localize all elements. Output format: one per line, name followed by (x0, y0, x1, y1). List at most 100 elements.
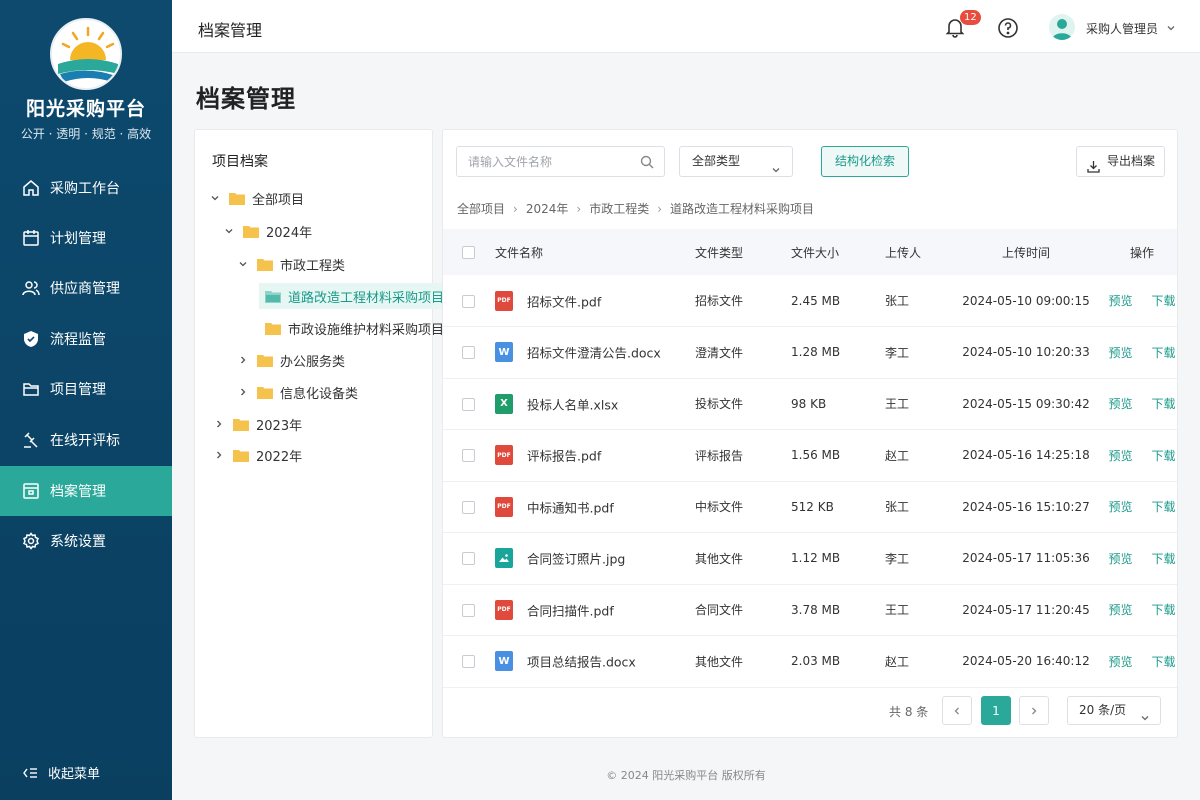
tree-title: 项目档案 (212, 154, 268, 170)
preview-link[interactable]: 预览 (1108, 603, 1132, 617)
table-row[interactable]: PDF 中标通知书.pdf 中标文件 512 KB 张工 2024-05-16 15:10… (443, 481, 1177, 533)
sidebar-item-projects[interactable]: 项目管理 (0, 364, 172, 414)
tree-node-all-projects[interactable]: 全部项目 (209, 185, 304, 211)
breadcrumb-item[interactable]: 全部项目 (457, 200, 505, 217)
pdf-icon: PDF (495, 496, 513, 517)
tree-node-label: 信息化设备类 (280, 386, 359, 402)
search-input[interactable] (457, 147, 627, 176)
preview-link[interactable]: 预览 (1108, 500, 1132, 514)
file-name[interactable]: 项目总结报告.docx (527, 655, 636, 670)
row-checkbox[interactable] (462, 655, 475, 669)
download-link[interactable]: 下载 (1152, 500, 1176, 514)
preview-link[interactable]: 预览 (1108, 449, 1132, 463)
col-header-name[interactable]: 文件名称 (495, 229, 695, 275)
sidebar-item-label: 系统设置 (50, 534, 106, 550)
preview-link[interactable]: 预览 (1108, 397, 1132, 411)
file-name[interactable]: 投标人名单.xlsx (527, 397, 618, 412)
file-size-cell: 3.78 MB (791, 584, 885, 636)
file-size-cell: 512 KB (791, 481, 885, 533)
sidebar-item-plan[interactable]: 计划管理 (0, 213, 172, 263)
tree-node-2024[interactable]: 2024年 (223, 218, 312, 244)
help-icon[interactable] (997, 17, 1019, 39)
table-row[interactable]: W 项目总结报告.docx 其他文件 2.03 MB 赵工 2024-05-20 16:4… (443, 635, 1177, 688)
col-header-time[interactable]: 上传时间 (945, 229, 1107, 275)
table-row[interactable]: PDF 评标报告.pdf 评标报告 1.56 MB 赵工 2024-05-16 14:25… (443, 429, 1177, 482)
chevron-down-icon[interactable] (209, 192, 221, 204)
chevron-right-icon[interactable] (213, 418, 225, 430)
prev-page-button[interactable] (942, 696, 972, 725)
breadcrumb-item[interactable]: 2024年 (526, 200, 569, 217)
tree-node-2023[interactable]: 2023年 (213, 411, 302, 437)
table-row[interactable]: PDF 招标文件.pdf 招标文件 2.45 MB 张工 2024-05-10 09:00… (443, 275, 1177, 327)
sidebar-item-workbench[interactable]: 采购工作台 (0, 163, 172, 213)
breadcrumb-item[interactable]: 市政工程类 (589, 200, 649, 217)
download-link[interactable]: 下载 (1152, 397, 1176, 411)
tree-node-it[interactable]: 信息化设备类 (237, 379, 358, 405)
download-link[interactable]: 下载 (1152, 346, 1176, 360)
page-title: 档案管理 (196, 85, 296, 113)
export-archive-button[interactable]: 导出档案 (1076, 146, 1165, 177)
avatar[interactable] (1049, 14, 1075, 40)
download-link[interactable]: 下载 (1152, 552, 1176, 566)
page-button[interactable]: 1 (981, 696, 1011, 725)
page-size-select[interactable]: 20 条/页 (1067, 696, 1161, 725)
row-checkbox[interactable] (462, 397, 475, 411)
tree-node-municipal[interactable]: 市政工程类 (237, 251, 345, 277)
col-header-size[interactable]: 文件大小 (791, 229, 885, 275)
next-page-button[interactable] (1019, 696, 1049, 725)
chevron-right-icon[interactable] (237, 386, 249, 398)
select-all-checkbox[interactable] (462, 246, 475, 259)
preview-link[interactable]: 预览 (1108, 346, 1132, 360)
file-type-cell: 评标报告 (695, 429, 791, 482)
download-link[interactable]: 下载 (1152, 294, 1176, 308)
chevron-down-icon[interactable] (237, 258, 249, 270)
download-link[interactable]: 下载 (1152, 449, 1176, 463)
table-row[interactable]: 合同签订照片.jpg 其他文件 1.12 MB 李工 2024-05-17 11:05:… (443, 532, 1177, 585)
download-link[interactable]: 下载 (1152, 655, 1176, 669)
tree-node-road-project[interactable]: 道路改造工程材料采购项目 (259, 283, 453, 309)
table-row[interactable]: W 招标文件澄清公告.docx 澄清文件 1.28 MB 李工 2024-05-10 10… (443, 326, 1177, 379)
file-type-select[interactable]: 全部类型 (679, 146, 793, 177)
file-name[interactable]: 招标文件.pdf (527, 294, 601, 309)
row-checkbox[interactable] (462, 294, 475, 308)
chevron-right-icon[interactable] (237, 354, 249, 366)
footer-copyright: © 2024 阳光采购平台 版权所有 (606, 769, 766, 782)
sidebar-item-settings[interactable]: 系统设置 (0, 516, 172, 566)
file-size-cell: 1.56 MB (791, 429, 885, 482)
table-row[interactable]: PDF 合同扫描件.pdf 合同文件 3.78 MB 王工 2024-05-17 11:2… (443, 584, 1177, 636)
col-header-type[interactable]: 文件类型 (695, 229, 791, 275)
row-checkbox[interactable] (462, 500, 475, 514)
row-checkbox[interactable] (462, 552, 475, 566)
table-row[interactable]: X 投标人名单.xlsx 投标文件 98 KB 王工 2024-05-15 09:30:4… (443, 378, 1177, 430)
preview-link[interactable]: 预览 (1108, 294, 1132, 308)
notification-badge: 12 (960, 10, 981, 25)
file-name[interactable]: 评标报告.pdf (527, 449, 601, 464)
file-name[interactable]: 合同扫描件.pdf (527, 603, 614, 618)
user-name[interactable]: 采购人管理员 (1086, 20, 1158, 37)
sidebar-item-archive[interactable]: 档案管理 (0, 466, 172, 516)
search-box (456, 146, 665, 177)
preview-link[interactable]: 预览 (1108, 552, 1132, 566)
sidebar-item-suppliers[interactable]: 供应商管理 (0, 263, 172, 313)
chevron-down-icon[interactable] (223, 225, 235, 237)
file-name[interactable]: 中标通知书.pdf (527, 500, 614, 515)
preview-link[interactable]: 预览 (1108, 655, 1132, 669)
sidebar-item-process[interactable]: 流程监管 (0, 314, 172, 364)
row-checkbox[interactable] (462, 603, 475, 617)
file-name[interactable]: 合同签订照片.jpg (527, 552, 625, 567)
row-checkbox[interactable] (462, 346, 475, 360)
row-checkbox[interactable] (462, 449, 475, 463)
col-header-uploader[interactable]: 上传人 (885, 229, 945, 275)
collapse-menu-button[interactable]: 收起菜单 (22, 763, 100, 782)
structured-search-button[interactable]: 结构化检索 (821, 146, 909, 177)
chevron-right-icon[interactable] (213, 449, 225, 461)
tree-node-facility-project[interactable]: 市政设施维护材料采购项目 (265, 315, 444, 341)
chevron-down-icon[interactable] (1166, 22, 1176, 32)
search-icon[interactable] (640, 155, 654, 169)
sidebar-item-bidding[interactable]: 在线开评标 (0, 415, 172, 465)
tree-node-office[interactable]: 办公服务类 (237, 347, 345, 373)
tree-node-2022[interactable]: 2022年 (213, 442, 302, 468)
file-name[interactable]: 招标文件澄清公告.docx (527, 346, 661, 361)
download-link[interactable]: 下载 (1152, 603, 1176, 617)
file-name-cell: PDF 招标文件.pdf (495, 275, 695, 327)
